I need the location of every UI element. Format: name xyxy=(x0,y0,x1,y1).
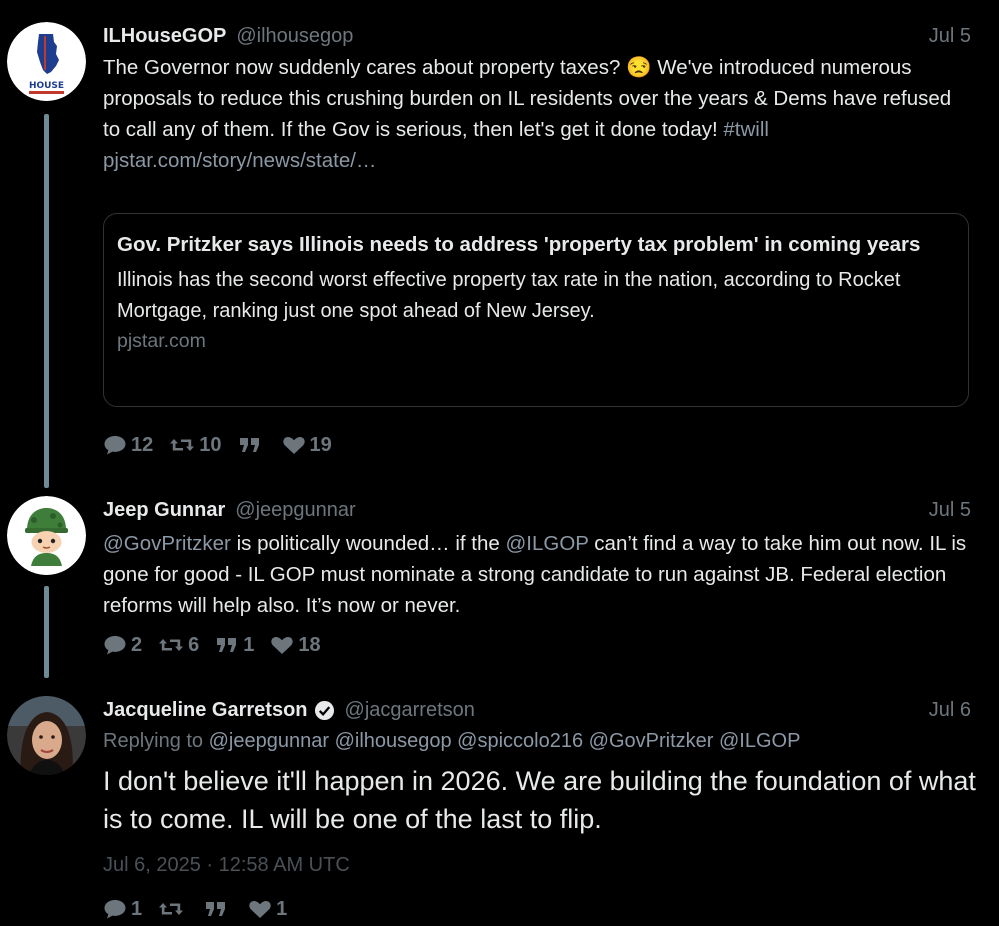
reply-count: 1 xyxy=(131,897,143,920)
quote-button[interactable] xyxy=(204,899,232,919)
like-button[interactable]: 18 xyxy=(270,633,321,657)
tweet-text: @GovPritzker is politically wounded… if … xyxy=(103,528,973,621)
thread-connector-line xyxy=(44,114,49,488)
tweet-actions: 1 1 xyxy=(103,896,303,922)
like-button[interactable]: 19 xyxy=(282,434,332,457)
quote-icon xyxy=(206,902,226,916)
reply-count: 12 xyxy=(131,433,154,456)
link-preview-card[interactable]: Gov. Pritzker says Illinois needs to add… xyxy=(103,213,969,407)
tweet-header: ILHouseGOP @ilhousegop Jul 5 xyxy=(103,22,971,50)
like-count: 19 xyxy=(309,433,332,456)
display-name[interactable]: Jeep Gunnar xyxy=(103,499,225,522)
like-button[interactable]: 1 xyxy=(248,898,287,921)
tweet-actions: 2 6 1 18 xyxy=(103,632,337,658)
replying-mentions[interactable]: @jeepgunnar @ilhousegop @spiccolo216 @Go… xyxy=(209,730,801,752)
tweet-header: Jeep Gunnar @jeepgunnar Jul 5 xyxy=(103,496,971,524)
tweet-text: I don't believe it'll happen in 2026. We… xyxy=(103,766,976,834)
reply-button[interactable]: 1 xyxy=(103,898,142,921)
unamused-emoji: 😒 xyxy=(626,56,652,79)
handle[interactable]: @jacgarretson xyxy=(345,699,475,722)
like-icon xyxy=(271,636,294,654)
mention-link[interactable]: @GovPritzker xyxy=(103,532,231,555)
thread-connector-line xyxy=(44,586,49,678)
reply-button[interactable]: 2 xyxy=(103,634,142,657)
replying-to: Replying to @jeepgunnar @ilhousegop @spi… xyxy=(103,730,983,753)
quote-count: 1 xyxy=(243,633,255,656)
quote-icon xyxy=(217,638,237,652)
tweet-date[interactable]: Jul 5 xyxy=(929,25,971,48)
avatar-jeepgunnar[interactable] xyxy=(7,496,86,575)
reply-icon xyxy=(104,636,126,655)
tweet-timestamp[interactable]: Jul 6, 2025 · 12:58 AM UTC xyxy=(103,854,350,877)
display-name[interactable]: Jacqueline Garretson xyxy=(103,699,308,722)
reply-icon xyxy=(104,436,126,455)
tweet-text: The Governor now suddenly cares about pr… xyxy=(103,52,973,176)
card-description: Illinois has the second worst effective … xyxy=(117,269,901,322)
like-count: 1 xyxy=(276,897,288,920)
conversation-thread: HOUSE ILHouseGOP @ilhousegop Jul 5 The G… xyxy=(0,0,999,926)
article-link[interactable]: pjstar.com/story/news/state/… xyxy=(103,149,376,172)
handle[interactable]: @jeepgunnar xyxy=(235,499,355,522)
like-count: 18 xyxy=(298,633,321,656)
retweet-button[interactable]: 10 xyxy=(169,433,222,457)
avatar-logo-text: HOUSE xyxy=(29,81,64,91)
reply-icon xyxy=(104,900,126,919)
tweet-date[interactable]: Jul 6 xyxy=(929,699,971,722)
hashtag-link[interactable]: #twill xyxy=(723,118,769,141)
retweet-count: 6 xyxy=(188,633,200,656)
tweet-actions: 12 10 19 xyxy=(103,432,348,458)
like-icon xyxy=(282,436,305,454)
card-domain: pjstar.com xyxy=(117,330,206,352)
reply-button[interactable]: 12 xyxy=(103,434,153,457)
tweet-text-part: is politically wounded… if the xyxy=(230,532,506,555)
quote-button[interactable]: 1 xyxy=(215,634,254,657)
retweet-icon xyxy=(170,439,195,451)
tweet-date[interactable]: Jul 5 xyxy=(929,499,971,522)
replying-label: Replying to xyxy=(103,730,204,752)
avatar-ilhousegop[interactable]: HOUSE xyxy=(7,22,86,101)
avatar-jacgarretson[interactable] xyxy=(7,696,86,775)
retweet-count: 10 xyxy=(199,433,222,456)
retweet-icon xyxy=(159,903,184,915)
card-title: Gov. Pritzker says Illinois needs to add… xyxy=(117,233,921,256)
retweet-icon xyxy=(159,639,184,651)
reply-count: 2 xyxy=(131,633,143,656)
handle[interactable]: @ilhousegop xyxy=(236,25,353,48)
retweet-button[interactable]: 6 xyxy=(158,634,199,657)
tweet-text-part: The Governor now suddenly cares about pr… xyxy=(103,56,627,79)
mention-link[interactable]: @ILGOP xyxy=(506,532,589,555)
quote-button[interactable] xyxy=(238,435,266,455)
like-icon xyxy=(249,900,271,918)
quote-icon xyxy=(239,438,259,452)
tweet-header: Jacqueline Garretson @jacgarretson Jul 6 xyxy=(103,696,971,724)
display-name[interactable]: ILHouseGOP xyxy=(103,25,226,48)
verified-badge-icon xyxy=(314,700,334,720)
retweet-button[interactable] xyxy=(158,899,188,919)
